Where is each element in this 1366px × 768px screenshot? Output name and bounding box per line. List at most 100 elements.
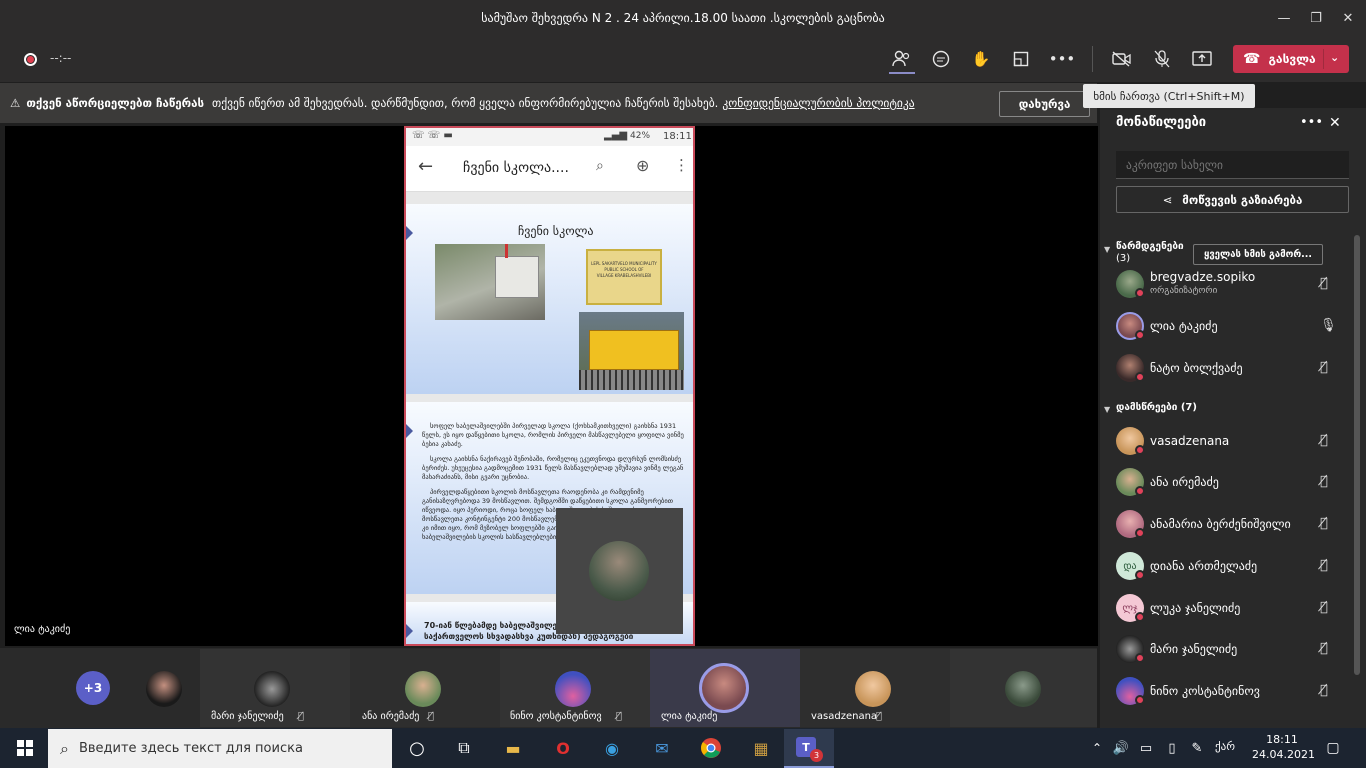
share-invite-label: მოწვევის გაზიარება — [1182, 192, 1303, 207]
toolbar-divider — [1092, 46, 1093, 72]
participant-name: მარი ჯანელიძე — [1150, 642, 1238, 656]
participant-avatar[interactable] — [405, 671, 441, 707]
panel-scrollbar[interactable] — [1354, 235, 1360, 675]
close-panel-icon[interactable]: ✕ — [1329, 115, 1341, 131]
dismiss-banner-button[interactable]: დახურვა — [999, 91, 1090, 117]
search-doc-icon[interactable]: ⌕ — [596, 158, 604, 174]
mic-off-icon[interactable]: 🎙̸ — [1320, 516, 1338, 534]
windows-start-icon[interactable] — [10, 733, 40, 763]
slide-2-paragraph-2: სკოლა გაიხსნა ნაქირავებ შენობაში, რომელი… — [422, 455, 684, 481]
banner-text: თქვენ იწერთ ამ შეხვედრას. დარწმუნდით, რო… — [212, 96, 719, 110]
minecraft-icon[interactable]: ▦ — [746, 733, 776, 763]
opera-icon[interactable]: O — [548, 733, 578, 763]
mic-off-icon[interactable]: 🎙̸ — [1320, 433, 1338, 451]
share-screen-icon[interactable] — [1189, 47, 1215, 71]
collapse-chevron-icon[interactable]: ▼ — [1104, 245, 1110, 254]
camera-off-icon[interactable] — [1109, 47, 1135, 71]
mic-off-icon[interactable]: 🎙̸ — [1320, 360, 1338, 378]
taskbar-clock[interactable]: 18:11 24.04.2021 — [1252, 732, 1315, 762]
task-view-icon[interactable]: ⧉ — [449, 733, 479, 763]
mic-off-icon[interactable]: 🎙̸ — [1320, 276, 1338, 294]
banner-prefix: თქვენ აწორციელებთ ჩაწერას — [26, 96, 205, 110]
participant-avatar[interactable] — [1005, 671, 1041, 707]
mic-off-icon[interactable]: 🎙̸ — [1320, 600, 1338, 618]
overflow-participants-button[interactable]: +3 — [76, 671, 110, 705]
back-arrow-icon[interactable]: ← — [418, 156, 433, 177]
notifications-icon[interactable]: ▢ — [1318, 733, 1348, 763]
raise-hand-icon[interactable]: ✋ — [968, 47, 994, 71]
file-explorer-icon[interactable]: ▬ — [498, 733, 528, 763]
more-vert-icon[interactable]: ⋮ — [674, 156, 689, 174]
participant-role: ორგანიზატორი — [1150, 286, 1218, 296]
collapse-chevron-icon[interactable]: ▼ — [1104, 405, 1110, 414]
chat-icon[interactable] — [928, 47, 954, 71]
status-dot — [1135, 288, 1145, 298]
speaking-participant-avatar[interactable] — [699, 663, 749, 713]
window-title: სამუშაო შეხვედრა N 2 . 24 აპრილი.18.00 ს… — [481, 11, 885, 25]
presenter-row[interactable]: ნატო ბოლქვაძე 🎙̸ — [1116, 351, 1356, 385]
status-dot — [1135, 653, 1145, 663]
status-dot — [1135, 330, 1145, 340]
add-to-drive-icon[interactable]: ⊕ — [636, 156, 649, 175]
attendee-row[interactable]: ანა ირემაძე 🎙̸ — [1116, 465, 1356, 499]
language-indicator[interactable]: ქარ — [1215, 740, 1235, 753]
phone-status-bar: ☏ ☏ ▬ ▂▄▆ 42% 18:11 — [406, 128, 693, 146]
phone-app-bar: ← ჩვენი სკოლა.... ⌕ ⊕ ⋮ — [406, 146, 693, 192]
mail-icon[interactable]: ✉ — [647, 733, 677, 763]
leave-button[interactable]: ☎ გასვლა ⌄ — [1233, 45, 1349, 73]
cortana-icon[interactable]: ○ — [402, 733, 432, 763]
mic-on-icon[interactable]: 🎙 — [1320, 318, 1338, 336]
minimize-button[interactable]: — — [1266, 0, 1302, 36]
presenter-row[interactable]: bregvadze.sopiko ორგანიზატორი 🎙̸ — [1116, 267, 1356, 301]
attendee-row[interactable]: ლჯ ლუკა ჯანელიძე 🎙̸ — [1116, 591, 1356, 625]
self-view-video[interactable] — [556, 508, 683, 634]
maximize-button[interactable]: ❐ — [1298, 0, 1334, 36]
participant-avatar[interactable] — [855, 671, 891, 707]
attendee-row[interactable]: და დიანა ართმელაძე 🎙̸ — [1116, 549, 1356, 583]
status-dot — [1135, 372, 1145, 382]
status-dot — [1135, 695, 1145, 705]
teams-taskbar-button[interactable]: T 3 — [784, 729, 834, 768]
close-window-button[interactable]: ✕ — [1330, 0, 1366, 36]
chrome-icon[interactable] — [696, 733, 726, 763]
attendee-row[interactable]: vasadzenana 🎙̸ — [1116, 424, 1356, 458]
participant-name: ლუკა ჯანელიძე — [1150, 601, 1241, 615]
more-actions-icon[interactable]: ••• — [1049, 47, 1076, 71]
attendee-row[interactable]: ანამარია ბერძენიშვილი 🎙̸ — [1116, 507, 1356, 541]
rooms-icon[interactable] — [1008, 47, 1034, 71]
share-invite-button[interactable]: ⋖ მოწვევის გაზიარება — [1116, 186, 1349, 213]
mic-off-icon[interactable]: 🎙̸ — [1320, 641, 1338, 659]
participant-search-input[interactable] — [1116, 151, 1349, 179]
warning-icon: ⚠ — [10, 96, 21, 110]
chevron-down-icon[interactable]: ⌄ — [1330, 51, 1339, 64]
mic-off-icon[interactable]: 🎙̸ — [1320, 683, 1338, 701]
participant-avatar[interactable] — [254, 671, 290, 707]
meeting-timer: --:-- — [50, 51, 72, 65]
mic-off-icon[interactable] — [1149, 47, 1175, 71]
privacy-policy-link[interactable]: კონფიდენციალურობის პოლიტიკა — [722, 96, 914, 110]
mic-off-icon[interactable]: 🎙̸ — [1320, 558, 1338, 576]
attendee-row[interactable]: მარი ჯანელიძე 🎙̸ — [1116, 632, 1356, 666]
presenters-header[interactable]: წარმდგენები (3) — [1116, 241, 1184, 265]
participant-name: ანა ირემაძე — [1150, 475, 1219, 489]
pen-icon[interactable]: ✎ — [1182, 733, 1212, 763]
participants-icon[interactable] — [889, 47, 915, 71]
mic-off-icon[interactable]: 🎙̸ — [1320, 474, 1338, 492]
presenter-row[interactable]: ლია ტაკიძე 🎙 — [1116, 309, 1356, 343]
participant-avatar[interactable] — [555, 671, 591, 707]
participant-name: ნინო კოსტანტინოვ — [1150, 684, 1260, 698]
mute-all-button[interactable]: ყველას ხმის გამორ... — [1193, 244, 1323, 265]
share-icon: ⋖ — [1162, 192, 1173, 207]
edge-icon[interactable]: ◉ — [597, 733, 627, 763]
attendee-row[interactable]: ნინო კოსტანტინოვ 🎙̸ — [1116, 674, 1356, 708]
hang-up-icon: ☎ — [1243, 51, 1261, 67]
taskbar-search-box[interactable]: ⌕ Введите здесь текст для поиска — [48, 729, 392, 768]
mic-off-icon: 🎙̸ — [876, 711, 883, 722]
participant-avatar[interactable] — [146, 671, 182, 707]
participant-name: ნატო ბოლქვაძე — [1150, 361, 1243, 375]
slide-2-paragraph-1: სოფელ ხაბელაშვილებში პირველად სკოლა (ქოხ… — [422, 422, 684, 448]
status-dot — [1135, 528, 1145, 538]
panel-more-icon[interactable]: ••• — [1300, 115, 1323, 130]
participant-name: vasadzenana — [1150, 434, 1230, 448]
attendees-header[interactable]: დამსწრეები (7) — [1116, 402, 1197, 413]
